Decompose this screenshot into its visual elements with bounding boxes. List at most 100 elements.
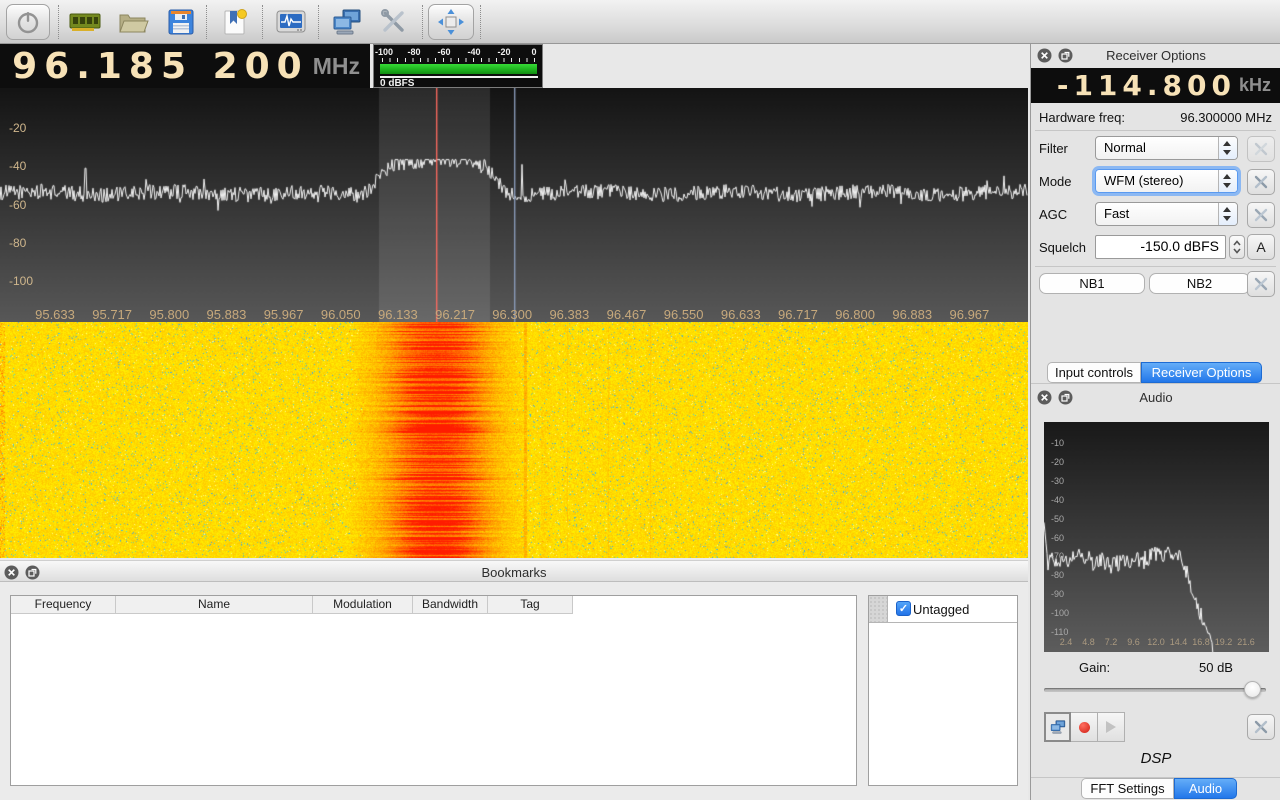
audio-button-group — [1044, 712, 1125, 742]
spinner-arrows-icon — [1232, 239, 1242, 255]
fullscreen-button[interactable] — [428, 4, 474, 40]
open-button[interactable] — [114, 4, 152, 40]
toolbar-separator — [58, 5, 59, 39]
tab-receiver-options[interactable]: Receiver Options — [1141, 362, 1262, 383]
axis-tick-label: 96.883 — [889, 307, 935, 322]
network-icon — [1049, 718, 1067, 736]
bookmarks-dock-header: Bookmarks — [0, 560, 1028, 582]
receiver-dock-header: Receiver Options — [1031, 44, 1280, 68]
tab-input-controls[interactable]: Input controls — [1047, 362, 1141, 383]
spectrum-canvas[interactable] — [0, 88, 1028, 322]
axis-tick-label: 96.550 — [661, 307, 707, 322]
bookmarks-button[interactable] — [216, 4, 254, 40]
record-button[interactable] — [1071, 712, 1098, 742]
audio-options-button[interactable] — [1247, 714, 1275, 740]
tab-audio[interactable]: Audio — [1174, 778, 1237, 799]
frequency-unit: MHz — [313, 53, 360, 80]
gain-slider-handle[interactable] — [1244, 681, 1261, 698]
axis-tick-label: -80 — [399, 47, 429, 57]
auto-squelch-button[interactable]: A — [1247, 234, 1275, 260]
divider — [1035, 266, 1276, 267]
mode-options-button[interactable] — [1247, 169, 1275, 195]
hardware-freq-label: Hardware freq: — [1039, 110, 1125, 125]
axis-tick-label: 95.883 — [203, 307, 249, 322]
offset-frequency-display[interactable]: -114.800 kHz — [1031, 68, 1280, 103]
divider — [1035, 130, 1276, 131]
mode-label: Mode — [1039, 174, 1072, 189]
toolbar — [0, 0, 1280, 44]
toolbar-separator — [422, 5, 423, 39]
bookmarks-table[interactable]: FrequencyNameModulationBandwidthTag — [10, 595, 857, 786]
play-button[interactable] — [1098, 712, 1125, 742]
meter-tickmarks — [382, 58, 535, 62]
wrench-icon — [1253, 141, 1269, 157]
io-devices-button[interactable] — [66, 4, 104, 40]
tag-list[interactable]: ✓ Untagged — [868, 595, 1018, 786]
axis-tick-label: 4.8 — [1077, 637, 1101, 647]
dsp-icon — [274, 7, 308, 37]
axis-tick-label: -60 — [9, 198, 26, 212]
play-icon — [1106, 721, 1116, 733]
filter-combobox[interactable]: Normal — [1095, 136, 1238, 160]
filter-options-button[interactable] — [1247, 136, 1275, 162]
axis-tick-label: -60 — [1051, 533, 1064, 543]
axis-tick-label: 96.133 — [375, 307, 421, 322]
nb-options-button[interactable] — [1247, 271, 1275, 297]
agc-combobox[interactable]: Fast — [1095, 202, 1238, 226]
column-header-frequency[interactable]: Frequency — [11, 596, 116, 614]
tag-checkbox[interactable]: ✓ — [896, 601, 911, 616]
axis-tick-label: -110 — [1051, 627, 1068, 637]
mode-combobox[interactable]: WFM (stereo) — [1095, 169, 1238, 193]
audio-canvas[interactable] — [1044, 422, 1269, 652]
column-header-modulation[interactable]: Modulation — [313, 596, 413, 614]
axis-tick-label: -20 — [9, 121, 26, 135]
spectrum-plot[interactable]: -20-40-60-80-100 95.63395.71795.80095.88… — [0, 88, 1028, 322]
axis-tick-label: -40 — [1051, 495, 1064, 505]
waterfall-canvas[interactable] — [0, 322, 1028, 558]
axis-tick-label: -50 — [1051, 514, 1064, 524]
offset-unit: kHz — [1239, 75, 1271, 96]
save-button[interactable] — [162, 4, 200, 40]
toolbar-separator — [206, 5, 207, 39]
nb1-button[interactable]: NB1 — [1039, 273, 1145, 294]
waterfall[interactable] — [0, 322, 1028, 558]
audio-mute-button[interactable] — [1044, 712, 1071, 742]
agc-label: AGC — [1039, 207, 1067, 222]
axis-tick-label: 2.4 — [1054, 637, 1078, 647]
combo-arrows-icon — [1218, 170, 1237, 192]
gain-value: 50 dB — [1181, 660, 1251, 675]
agc-value: Fast — [1104, 206, 1129, 221]
receiver-dock-title: Receiver Options — [1031, 48, 1280, 63]
tag-color-swatch[interactable] — [869, 596, 888, 622]
axis-tick-label: -80 — [9, 236, 26, 250]
dsp-button[interactable] — [272, 4, 310, 40]
squelch-spinner[interactable] — [1229, 235, 1245, 259]
axis-tick-label: 12.0 — [1144, 637, 1168, 647]
axis-tick-label: 14.4 — [1167, 637, 1191, 647]
column-header-bandwidth[interactable]: Bandwidth — [413, 596, 488, 614]
column-header-name[interactable]: Name — [116, 596, 313, 614]
column-header-tag[interactable]: Tag — [488, 596, 573, 614]
audio-spectrum-plot[interactable]: -10-20-30-40-50-60-70-80-90-100-110 2.44… — [1044, 422, 1269, 652]
gain-slider[interactable] — [1044, 688, 1266, 692]
frequency-display[interactable]: 96.185 200 MHz — [0, 44, 370, 88]
tab-fft-settings[interactable]: FFT Settings — [1081, 778, 1174, 799]
axis-tick-label: 7.2 — [1099, 637, 1123, 647]
axis-tick-label: 96.467 — [604, 307, 650, 322]
nb2-button[interactable]: NB2 — [1149, 273, 1250, 294]
squelch-input[interactable]: -150.0 dBFS — [1095, 235, 1226, 259]
dsp-label: DSP — [1031, 750, 1280, 767]
tools-icon — [378, 7, 408, 37]
axis-tick-label: 95.967 — [261, 307, 307, 322]
axis-tick-label: -100 — [1051, 608, 1069, 618]
io-devices-icon — [68, 7, 102, 37]
power-button[interactable] — [6, 4, 50, 40]
agc-options-button[interactable] — [1247, 202, 1275, 228]
filter-label: Filter — [1039, 141, 1068, 156]
remote-button[interactable] — [328, 4, 366, 40]
right-panel: Receiver Options -114.800 kHz Hardware f… — [1030, 44, 1280, 800]
tools-button[interactable] — [374, 4, 412, 40]
tag-row[interactable]: ✓ Untagged — [869, 596, 1017, 623]
axis-tick-label: -100 — [369, 47, 399, 57]
axis-tick-label: 95.717 — [89, 307, 135, 322]
